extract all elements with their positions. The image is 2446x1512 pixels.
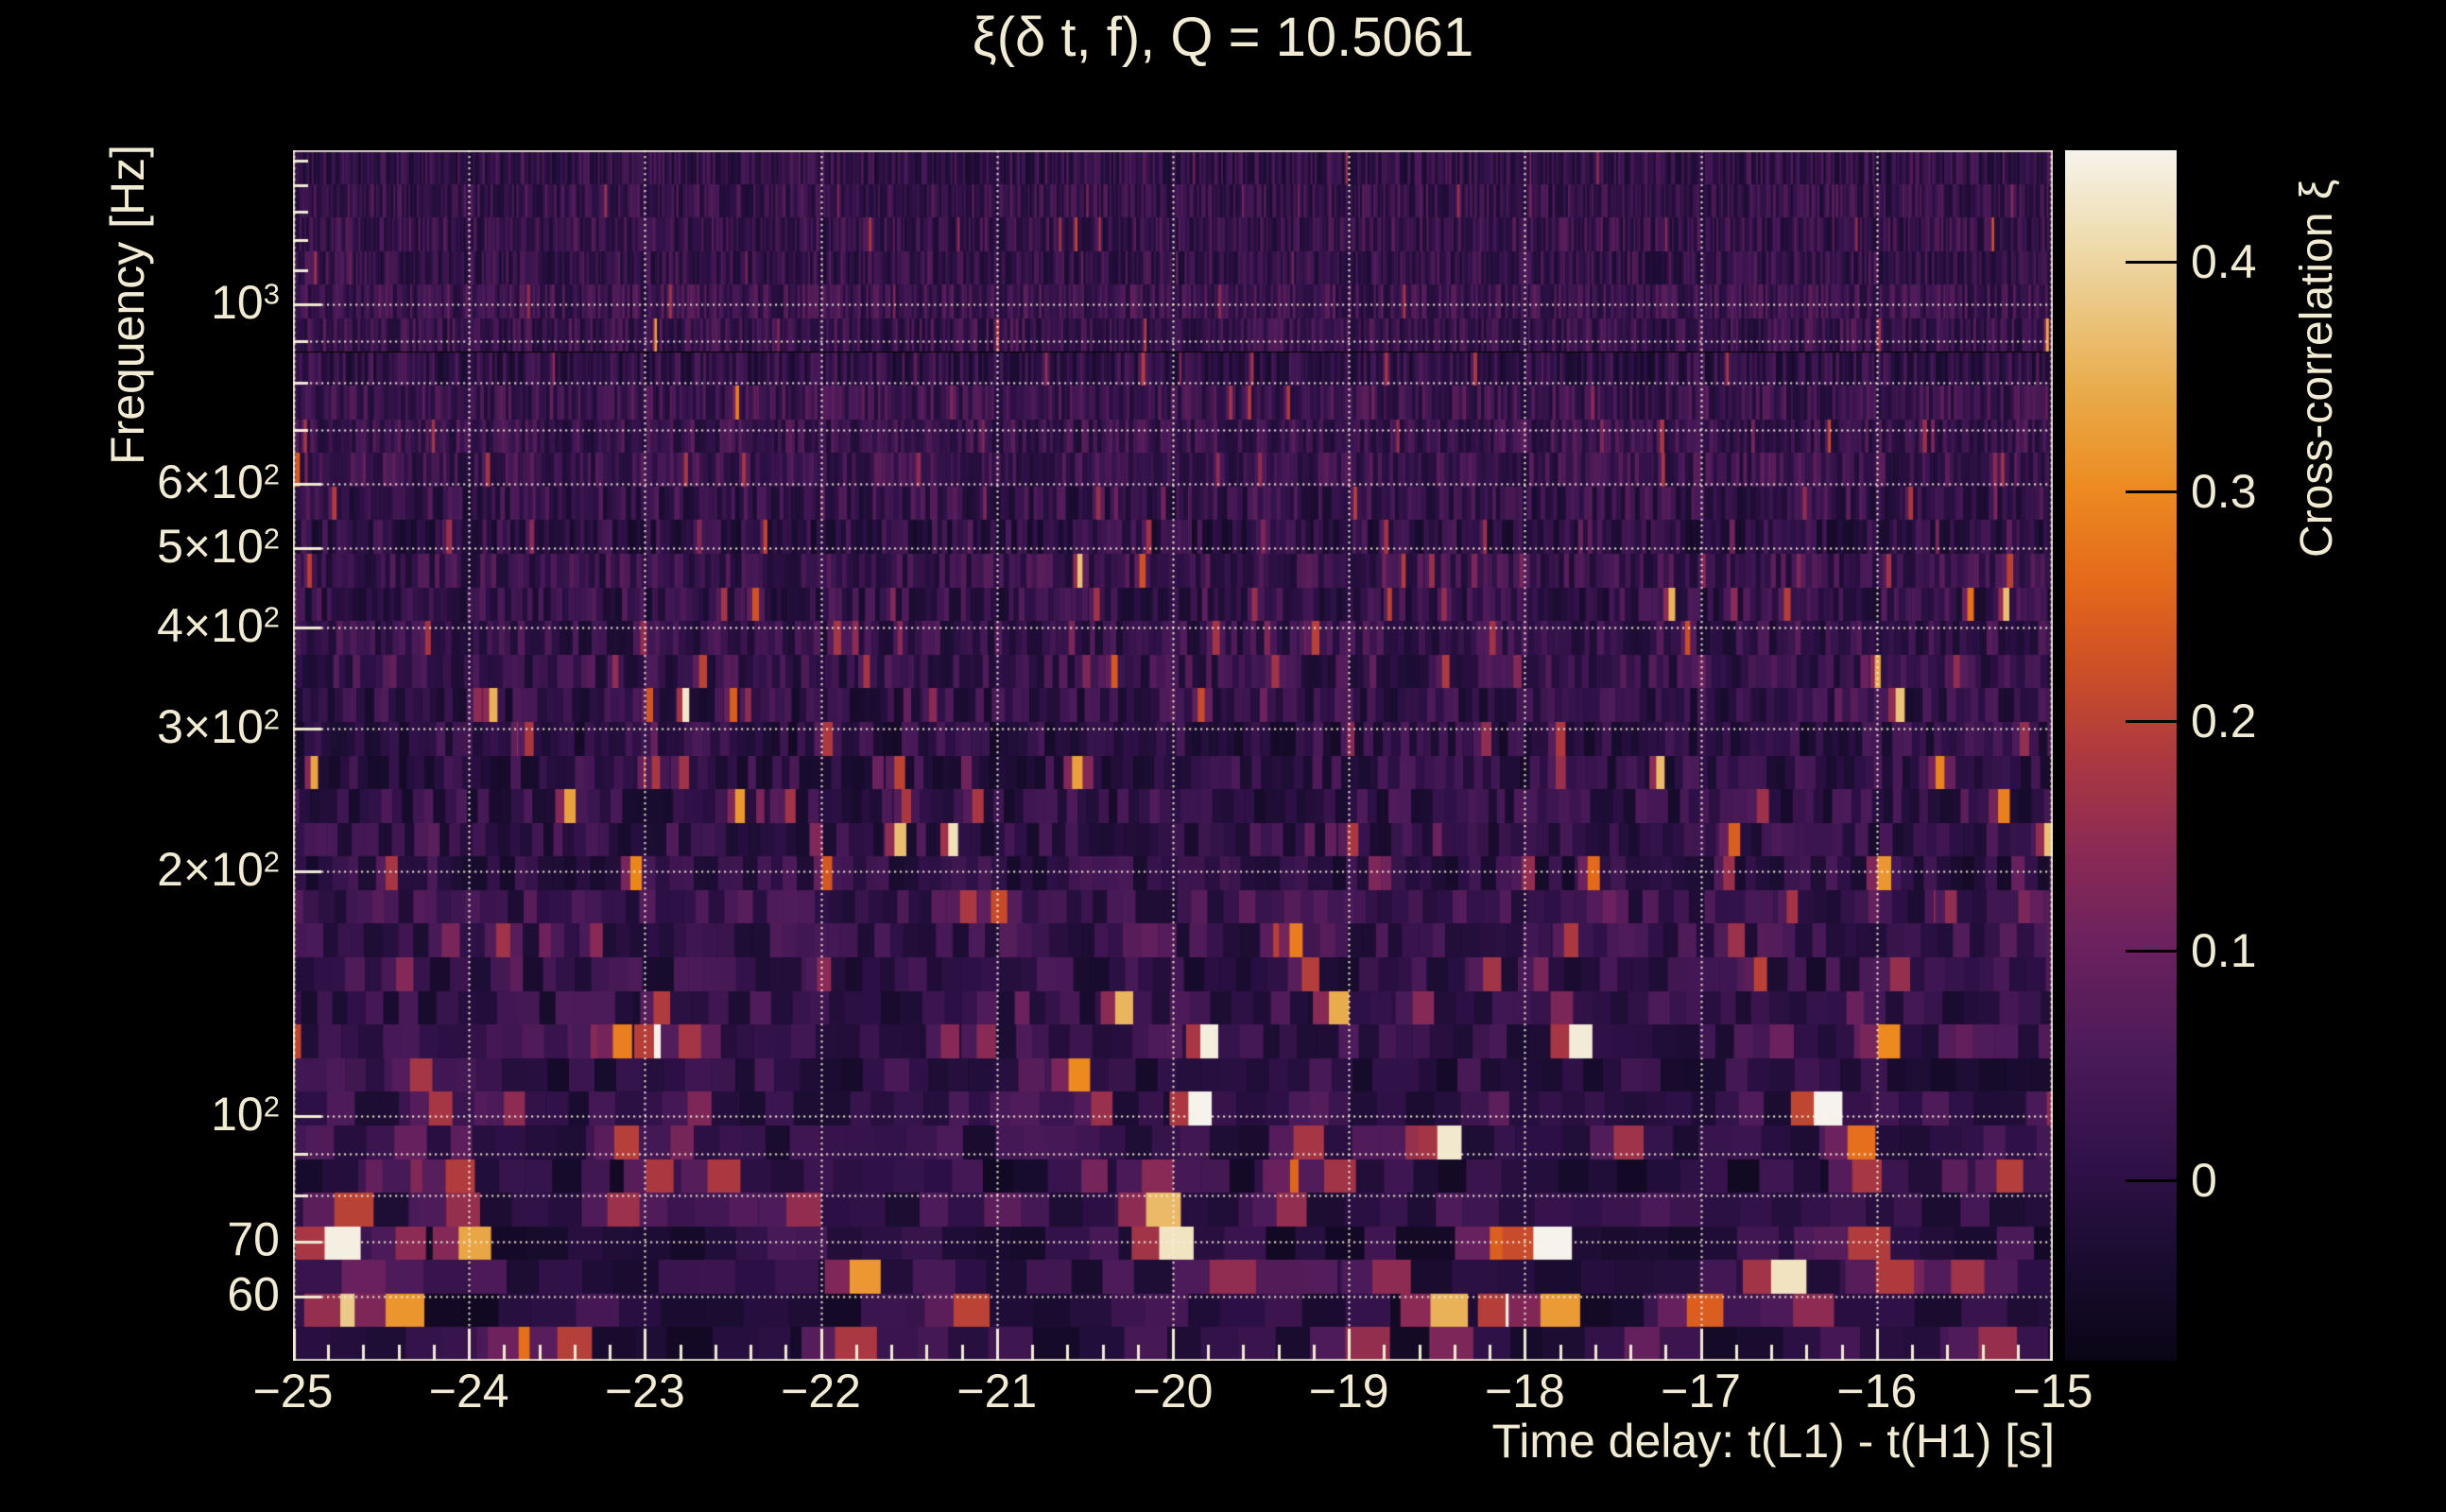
x-tick-label: −24 <box>429 1366 509 1417</box>
colorbar-tick-mark <box>2126 1179 2177 1182</box>
colorbar-tick-mark <box>2126 490 2177 493</box>
y-tick-label: 5×102 <box>157 522 280 572</box>
y-tick-label: 3×102 <box>157 701 280 751</box>
y-tick-label: 4×102 <box>157 600 280 650</box>
colorbar-tick-mark <box>2126 720 2177 723</box>
colorbar-tick-label: 0.4 <box>2191 237 2257 287</box>
colorbar-tick-mark <box>2126 950 2177 953</box>
x-tick-label: −16 <box>1836 1366 1917 1417</box>
x-axis-title: Time delay: t(L1) - t(H1) [s] <box>0 1414 2055 1469</box>
y-tick-label: 70 <box>227 1215 280 1265</box>
colorbar-tick-mark <box>2126 261 2177 264</box>
x-tick-label: −21 <box>956 1366 1037 1417</box>
colorbar-tick-label: 0 <box>2191 1156 2217 1206</box>
colorbar-tick-label: 0.3 <box>2191 467 2257 517</box>
y-tick-label: 60 <box>227 1270 280 1320</box>
x-tick-label: −22 <box>781 1366 861 1417</box>
colorbar-tick-label: 0.1 <box>2191 926 2257 976</box>
y-tick-label: 103 <box>211 277 280 327</box>
colorbar-tick-label: 0.2 <box>2191 696 2257 747</box>
x-tick-label: −17 <box>1661 1366 1741 1417</box>
y-tick-label: 2×102 <box>157 845 280 895</box>
x-tick-label: −19 <box>1309 1366 1389 1417</box>
y-axis-title: Frequency [Hz] <box>100 145 155 465</box>
x-tick-label: −20 <box>1133 1366 1214 1417</box>
y-tick-label: 102 <box>211 1090 280 1140</box>
y-tick-label: 6×102 <box>157 457 280 507</box>
cross-correlation-qmap-chart: ξ(δ t, f), Q = 10.5061 Frequency [Hz] 10… <box>0 0 2446 1512</box>
x-tick-label: −18 <box>1485 1366 1565 1417</box>
heatmap-canvas <box>293 150 2053 1361</box>
x-tick-label: −23 <box>605 1366 685 1417</box>
chart-title: ξ(δ t, f), Q = 10.5061 <box>0 6 2446 69</box>
colorbar-axis-title: Cross-correlation ξ <box>2291 180 2343 558</box>
x-tick-label: −25 <box>253 1366 334 1417</box>
x-tick-label: −15 <box>2013 1366 2093 1417</box>
